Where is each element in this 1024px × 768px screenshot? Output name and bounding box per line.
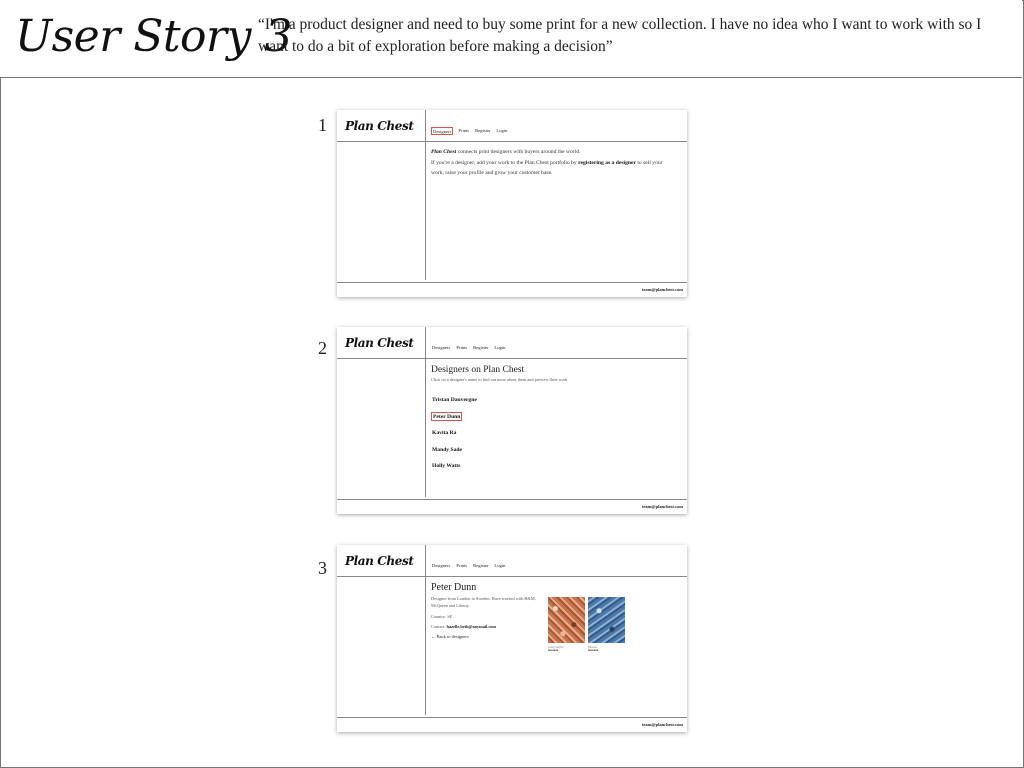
nav-designers[interactable]: Designers	[431, 344, 451, 350]
divider	[425, 545, 426, 715]
nav-designers[interactable]: Designers	[431, 127, 454, 135]
logo[interactable]: Plan Chest	[345, 119, 414, 133]
screen-1-home: Plan Chest Designers Prints Register Log…	[337, 110, 687, 297]
main-nav: Designers Prints Register Login	[431, 344, 506, 350]
logo[interactable]: Plan Chest	[345, 554, 414, 568]
intro-brand: Plan Chest	[431, 149, 457, 155]
designers-content: Designers on Plan Chest Click on a desig…	[431, 364, 671, 471]
screen-3-designer-profile: Plan Chest Designers Prints Register Log…	[337, 545, 687, 732]
intro-line-1: connects print designers with buyers aro…	[456, 149, 581, 155]
intro-text: Plan Chest connects print designers with…	[431, 147, 671, 179]
nav-register[interactable]: Register	[472, 344, 489, 350]
designer-link[interactable]: Mandy Sade	[431, 446, 463, 453]
designer-link[interactable]: Tristan Dauvergne	[431, 397, 478, 404]
divider	[337, 717, 687, 718]
divider	[337, 576, 687, 577]
designer-link-highlighted[interactable]: Peter Dunn	[431, 412, 463, 421]
divider	[337, 499, 687, 500]
designer-details: Peter Dunn Designer from London in Swede…	[431, 582, 541, 639]
designer-link[interactable]: Holly Watts	[431, 463, 461, 470]
page-title: Designers on Plan Chest	[431, 365, 525, 375]
print-thumbnail[interactable]	[548, 597, 585, 643]
nav-register[interactable]: Register	[474, 127, 491, 135]
contact-email-link[interactable]: hazelle.beth@anymail.com	[447, 624, 496, 629]
story-title: User Story 3	[15, 11, 292, 62]
register-link[interactable]: registering as a designer	[578, 160, 636, 166]
nav-prints[interactable]: Prints	[457, 127, 470, 135]
page-subtitle: Click on a designer's name to find out m…	[431, 377, 568, 382]
step-number-3: 3	[318, 558, 327, 578]
nav-login[interactable]: Login	[493, 344, 506, 350]
print-see-more[interactable]: See more	[548, 649, 585, 652]
intro-line-2: If you're a designer, add your work to t…	[431, 159, 579, 166]
designer-name: Peter Dunn	[431, 582, 477, 593]
story-quote: “I'm a product designer and need to buy …	[258, 16, 982, 55]
print-thumbnail[interactable]	[588, 597, 625, 643]
footer-email[interactable]: team@planchest.com	[642, 287, 683, 292]
footer-email[interactable]: team@planchest.com	[642, 722, 683, 727]
nav-prints[interactable]: Prints	[455, 562, 468, 568]
step-number-1: 1	[318, 115, 327, 135]
designer-bio: Designer from London in Sweden. Have wor…	[431, 596, 536, 608]
nav-register[interactable]: Register	[472, 562, 489, 568]
intro-content: Plan Chest connects print designers with…	[431, 147, 671, 179]
divider	[337, 282, 687, 283]
story-header: User Story 3 “I'm a product designer and…	[0, 0, 1022, 78]
divider	[337, 358, 687, 359]
divider	[337, 141, 687, 142]
nav-prints[interactable]: Prints	[455, 344, 468, 350]
divider	[425, 110, 426, 280]
logo[interactable]: Plan Chest	[345, 336, 414, 350]
back-to-designers-link[interactable]: ← Back to designers	[431, 634, 541, 639]
designer-link[interactable]: Kavita Ra	[431, 430, 457, 437]
main-nav: Designers Prints Register Login	[431, 562, 506, 568]
nav-login[interactable]: Login	[495, 127, 508, 135]
print-card[interactable]: Swing Sunbird See more	[548, 597, 585, 652]
designer-country: Country: SE	[431, 614, 453, 619]
contact-label: Contact:	[431, 624, 447, 629]
footer-email[interactable]: team@planchest.com	[642, 504, 683, 509]
step-number-2: 2	[318, 338, 327, 358]
nav-login[interactable]: Login	[493, 562, 506, 568]
main-nav: Designers Prints Register Login	[431, 127, 508, 135]
designer-contact: Contact: hazelle.beth@anymail.com	[431, 624, 541, 629]
print-see-more[interactable]: See more	[588, 649, 625, 652]
divider	[425, 327, 426, 497]
screen-2-designers: Plan Chest Designers Prints Register Log…	[337, 327, 687, 514]
nav-designers[interactable]: Designers	[431, 562, 451, 568]
print-card[interactable]: Bluerose See more	[588, 597, 625, 652]
designer-list: Tristan Dauvergne Peter Dunn Kavita Ra M…	[431, 388, 671, 471]
